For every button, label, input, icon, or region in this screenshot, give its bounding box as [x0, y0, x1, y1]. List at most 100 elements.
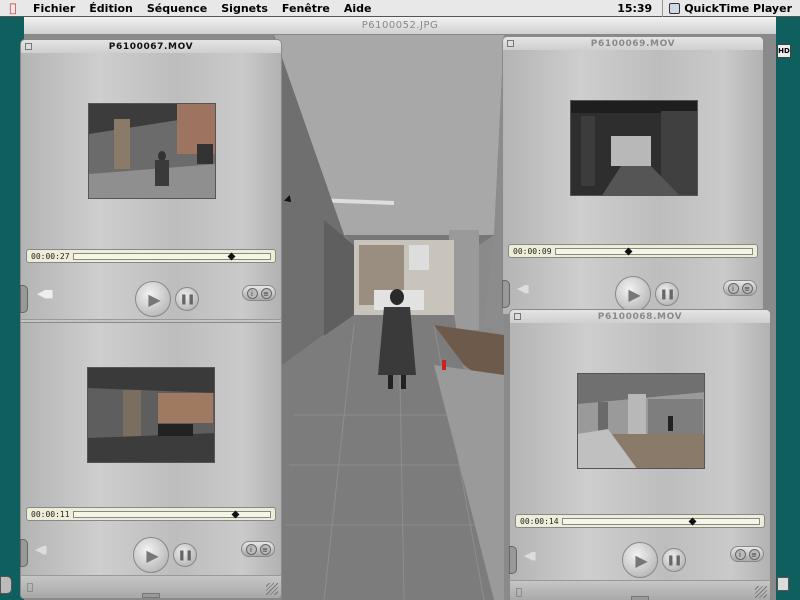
info-favorites-buttons[interactable]: i ≡	[242, 285, 276, 301]
controls-row: ◀▮ ▶ ❚❚ i ≡	[20, 537, 282, 575]
movie-footer: 	[509, 580, 771, 600]
pause-button[interactable]: ❚❚	[662, 548, 686, 572]
window-drawer-tab[interactable]	[0, 576, 12, 594]
drawer-tab[interactable]	[20, 539, 28, 567]
pause-icon: ❚❚	[177, 549, 194, 561]
play-button[interactable]: ▶	[133, 537, 169, 573]
close-box-icon[interactable]	[514, 313, 521, 320]
favorites-icon[interactable]: ≡	[741, 282, 753, 294]
movie-title: P6100069.MOV	[590, 39, 676, 49]
movie-body	[20, 53, 282, 249]
movie-frame	[88, 103, 216, 199]
info-favorites-buttons[interactable]: i ≡	[723, 280, 757, 296]
menu-aide[interactable]: Aide	[337, 2, 379, 15]
volume-icon[interactable]: ◀▮	[35, 543, 47, 556]
apple-logo-icon: 	[516, 587, 522, 598]
close-box-icon[interactable]	[507, 40, 514, 47]
favorites-icon[interactable]: ≡	[259, 543, 271, 555]
scrub-track[interactable]	[561, 517, 760, 525]
info-icon[interactable]: i	[727, 282, 739, 294]
movie-footer: 	[20, 575, 282, 599]
pause-button[interactable]: ❚❚	[655, 282, 679, 306]
drawer-tab[interactable]	[20, 285, 28, 313]
play-icon: ▶	[635, 550, 648, 570]
timecode: 00:00:27	[31, 251, 70, 261]
movie-window[interactable]: 00:00:11 ◀▮ ▶ ❚❚ i≡ 	[20, 322, 282, 599]
movie-frame-image	[88, 368, 214, 462]
movie-title-bar[interactable]: P6100067.MOV	[20, 39, 282, 53]
playhead[interactable]	[624, 247, 633, 255]
pause-button[interactable]: ❚❚	[175, 287, 199, 311]
movie-controller: 00:00:09	[502, 244, 764, 278]
resize-grip-icon[interactable]	[266, 583, 278, 595]
pause-icon: ❚❚	[179, 293, 196, 305]
movie-frame	[87, 367, 215, 463]
time-bar[interactable]: 00:00:14	[515, 514, 765, 528]
movie-frame-image	[89, 104, 215, 198]
info-icon[interactable]: i	[734, 548, 746, 560]
play-button[interactable]: ▶	[615, 276, 651, 312]
volume-icon[interactable]: ◀▮	[524, 549, 536, 562]
close-box-icon[interactable]	[25, 43, 32, 50]
movie-title-bar[interactable]: P6100069.MOV	[502, 36, 764, 50]
resize-grip-icon[interactable]	[755, 586, 767, 598]
controls-row: ◀▮▮ ▶ ❚❚ i ≡	[20, 281, 282, 319]
movie-frame	[570, 100, 698, 196]
image-window-title[interactable]: P6100052.JPG	[24, 17, 776, 35]
movie-title-bar[interactable]: P6100068.MOV	[509, 309, 771, 323]
apple-menu-icon[interactable]: 	[0, 1, 26, 15]
quicktime-app-icon	[669, 2, 681, 14]
volume-icon[interactable]: ◀▮	[517, 282, 529, 295]
volume-icon[interactable]: ◀▮▮	[37, 287, 54, 300]
play-icon: ▶	[146, 545, 159, 565]
info-icon[interactable]: i	[245, 543, 257, 555]
movie-title: P6100068.MOV	[597, 312, 683, 322]
application-menu[interactable]: QuickTime Player	[663, 2, 800, 15]
play-icon: ▶	[628, 284, 641, 304]
movie-controller: 00:00:27	[20, 249, 282, 283]
movie-window[interactable]: P6100067.MOV 00:00:27 ◀▮▮ ▶ ❚❚ i ≡	[20, 39, 282, 343]
menu-sequence[interactable]: Séquence	[140, 2, 214, 15]
movie-frame-image	[571, 101, 697, 195]
timecode: 00:00:14	[520, 516, 559, 526]
trash-icon[interactable]	[777, 577, 789, 591]
application-name: QuickTime Player	[684, 1, 792, 15]
time-bar[interactable]: 00:00:11	[26, 507, 276, 521]
play-button[interactable]: ▶	[135, 281, 171, 317]
scrub-track[interactable]	[72, 510, 271, 518]
drawer-tab[interactable]	[502, 280, 510, 308]
favorites-icon[interactable]: ≡	[748, 548, 760, 560]
time-bar[interactable]: 00:00:09	[508, 244, 758, 258]
controls-row: ◀▮ ▶ ❚❚ i ≡	[509, 542, 771, 580]
pause-icon: ❚❚	[659, 288, 676, 300]
menu-fenetre[interactable]: Fenêtre	[275, 2, 337, 15]
drawer-handle[interactable]	[142, 593, 160, 598]
info-icon[interactable]: i	[246, 287, 258, 299]
playhead[interactable]	[231, 510, 240, 518]
menu-edition[interactable]: Édition	[82, 2, 140, 15]
menubar-clock: 15:39	[607, 0, 664, 17]
scrub-track[interactable]	[554, 247, 753, 255]
pause-button[interactable]: ❚❚	[173, 543, 197, 567]
timecode: 00:00:11	[31, 509, 70, 519]
drawer-tab[interactable]	[509, 546, 517, 574]
movie-window[interactable]: P6100069.MOV 00:00:09 ◀▮ ▶ ❚❚ i ≡	[502, 36, 764, 314]
movie-window[interactable]: P6100068.MOV 00:00:14 ◀▮ ▶ ❚❚ i ≡	[509, 309, 771, 600]
play-button[interactable]: ▶	[622, 542, 658, 578]
time-bar[interactable]: 00:00:27	[26, 249, 276, 263]
hard-disk-icon[interactable]: HD	[777, 44, 791, 58]
drawer-handle[interactable]	[631, 596, 649, 600]
movie-frame-image	[578, 374, 704, 468]
apple-logo-icon: 	[27, 582, 33, 593]
movie-controller: 00:00:11	[20, 507, 282, 537]
info-favorites-buttons[interactable]: i ≡	[241, 541, 275, 557]
menu-signets[interactable]: Signets	[214, 2, 275, 15]
info-favorites-buttons[interactable]: i ≡	[730, 546, 764, 562]
playhead[interactable]	[688, 517, 697, 525]
menu-fichier[interactable]: Fichier	[26, 2, 82, 15]
playhead[interactable]	[227, 252, 236, 260]
favorites-icon[interactable]: ≡	[260, 287, 272, 299]
movie-body	[20, 322, 282, 507]
scrub-track[interactable]	[72, 252, 271, 260]
timecode: 00:00:09	[513, 246, 552, 256]
